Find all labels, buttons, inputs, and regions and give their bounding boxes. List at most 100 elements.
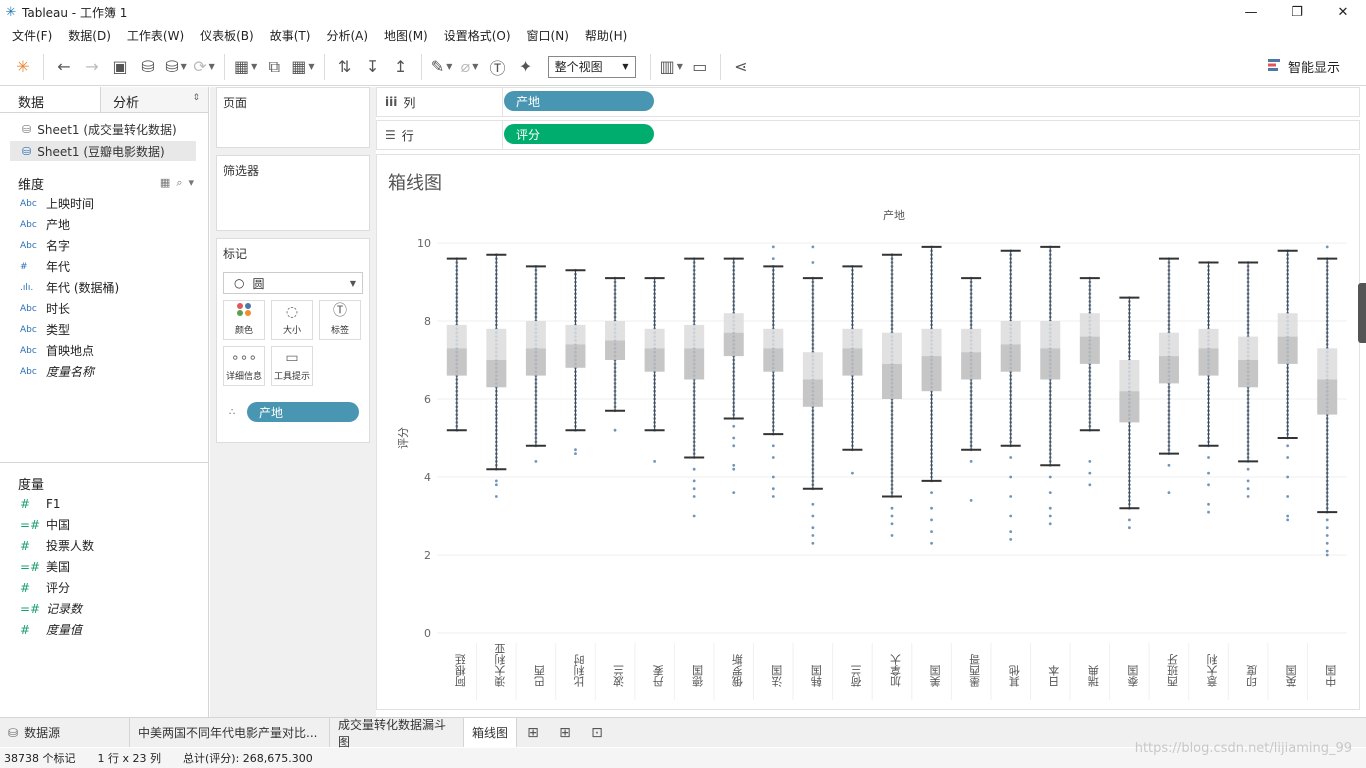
box-upper [486,328,507,360]
field-item[interactable]: =# 记录数 [0,598,209,619]
box-lower [1238,360,1259,388]
tab-sheet[interactable]: 中美两国不同年代电影产量对比... [130,718,330,747]
field-item[interactable]: Abc 名字 [0,235,208,256]
datasource-item-selected[interactable]: ⛁ Sheet1 (豆瓣电影数据) [10,141,196,161]
field-item[interactable]: =# 中国 [0,514,209,535]
field-item[interactable]: Abc 上映时间 [0,193,208,214]
view-search-menu-icons[interactable]: ▦⌕▾ [160,176,200,190]
field-item[interactable]: Abc 首映地点 [0,340,208,361]
clear-sheet-icon[interactable]: ▦ ▼ [291,52,314,82]
box-lower [1079,336,1100,364]
detail-button[interactable]: ∘∘∘ 详细信息 [223,346,265,386]
tab-sheet[interactable]: 成交量转化数据漏斗图 [330,718,464,749]
field-item[interactable]: # 度量值 [0,619,209,640]
pages-card[interactable]: 页面 [216,87,370,148]
redo-icon[interactable]: → [81,52,103,82]
detail-pill[interactable]: 产地 [247,402,359,422]
x-category-label: 墨西哥 [969,654,982,687]
worksheet-view: 箱线图 产地 评分 0 2 4 6 8 10 阿根廷 澳大利亚 巴西 比利时 波兰 丹麦 德国 俄罗斯 法国 韩国… [376,154,1360,710]
field-item[interactable]: .ılı. 年代 (数据桶) [0,277,208,298]
field-label: 年代 (数据桶) [46,281,120,295]
tab-data[interactable]: 数据 [0,87,100,112]
menu-worksheet[interactable]: 工作表(W) [119,27,192,44]
menu-story[interactable]: 故事(T) [262,27,319,44]
menu-dashboard[interactable]: 仪表板(B) [192,27,262,44]
outlier-point [1009,475,1013,479]
pin-icon[interactable]: ✦ [515,52,537,82]
tooltip-button[interactable]: ▭ 工具提示 [271,346,313,386]
field-item[interactable]: # 评分 [0,577,209,598]
refresh-icon[interactable]: ⟳ ▼ [193,52,215,82]
tab-analysis[interactable]: 分析 ⇕ [100,87,208,112]
swap-axes-icon[interactable]: ⇅ [334,52,356,82]
tab-sheet-active[interactable]: 箱线图 [464,718,518,747]
field-type-icon: Abc [20,219,37,230]
outlier-point [1207,510,1210,514]
datasource-item[interactable]: ⛁ Sheet1 (成交量转化数据) [0,119,208,139]
outlier-point [1009,514,1013,518]
undo-icon[interactable]: ← [53,52,75,82]
field-item[interactable]: Abc 时长 [0,298,208,319]
mark-type-select[interactable]: ○ 圆 ▼ [223,272,363,294]
maximize-button[interactable]: ❐ [1274,0,1320,24]
minimize-button[interactable]: — [1228,0,1274,24]
field-item[interactable]: =# 美国 [0,556,209,577]
group-icon[interactable]: ⌀ ▼ [459,52,481,82]
new-worksheet-icon[interactable]: ▦ ▼ [234,52,257,82]
pause-updates-icon[interactable]: ⛁ ▼ [165,52,187,82]
menu-map[interactable]: 地图(M) [376,27,436,44]
database-active-icon: ⛁ [22,144,32,158]
color-button[interactable]: 颜色 [223,300,265,340]
outlier-point [1246,495,1250,498]
columns-shelf[interactable]: iii 列 产地 [376,87,1360,117]
x-category-label: 韩国 [810,664,823,688]
duplicate-sheet-icon[interactable]: ⧉ [263,52,285,82]
tableau-home-icon[interactable]: ✳ [12,52,34,82]
field-item[interactable]: Abc 类型 [0,319,208,340]
field-item[interactable]: # 年代 [0,256,208,277]
new-story-tab-icon[interactable]: ⊡ [581,718,613,747]
highlight-icon[interactable]: ✎ ▼ [431,52,453,82]
menu-format[interactable]: 设置格式(O) [436,27,519,44]
new-dashboard-tab-icon[interactable]: ⊞ [549,718,581,747]
save-icon[interactable]: ▣ [109,52,131,82]
side-handle[interactable] [1358,283,1366,343]
boxplot-chart[interactable]: 产地评分 0 2 4 6 8 10 阿根廷 澳大利亚 巴西 比利时 波兰 丹麦 德国 俄罗斯 法国 韩国 荷兰 加拿… [377,155,1359,709]
rows-pill[interactable]: 评分 [504,124,654,144]
label-button[interactable]: Ⓣ 标签 [319,300,361,340]
menu-help[interactable]: 帮助(H) [577,27,635,44]
show-labels-icon[interactable]: Ⓣ [487,52,509,82]
show-cards-icon[interactable]: ▥ ▼ [660,52,683,82]
field-label: 年代 [46,260,71,274]
rows-shelf[interactable]: ☰ 行 评分 [376,120,1360,150]
new-worksheet-tab-icon[interactable]: ⊞ [517,718,549,747]
label-icon: Ⓣ [333,303,347,319]
filters-card[interactable]: 筛选器 [216,155,370,231]
box-lower [1119,391,1140,423]
menu-data[interactable]: 数据(D) [60,27,119,44]
outlier-point [1127,518,1131,522]
label-label: 标签 [330,326,349,336]
view-size-select[interactable]: 整个视图 ▼ [547,55,636,78]
tooltip-label: 工具提示 [273,372,310,382]
menu-analysis[interactable]: 分析(A) [318,27,376,44]
field-item[interactable]: # 投票人数 [0,535,209,556]
presentation-mode-icon[interactable]: ▭ [689,52,711,82]
menu-file[interactable]: 文件(F) [4,27,60,44]
sort-descending-icon[interactable]: ↥ [390,52,412,82]
field-item[interactable]: Abc 产地 [0,214,208,235]
field-item[interactable]: Abc 度量名称 [0,361,208,382]
field-item[interactable]: # F1 [0,493,209,514]
sort-ascending-icon[interactable]: ↧ [362,52,384,82]
size-button[interactable]: ◌ 大小 [271,300,313,340]
field-label: 度量值 [46,623,83,637]
smart-show-button[interactable]: 智能显示 [1267,57,1340,76]
close-button[interactable]: ✕ [1320,0,1366,24]
new-datasource-icon[interactable]: ⛁ [137,52,159,82]
tab-datasource[interactable]: ⛁ 数据源 [0,718,130,747]
share-icon[interactable]: ⋖ [730,52,752,82]
outlier-point [1246,479,1250,483]
columns-pill[interactable]: 产地 [504,91,654,111]
outlier-point [930,530,933,533]
menu-window[interactable]: 窗口(N) [519,27,577,44]
